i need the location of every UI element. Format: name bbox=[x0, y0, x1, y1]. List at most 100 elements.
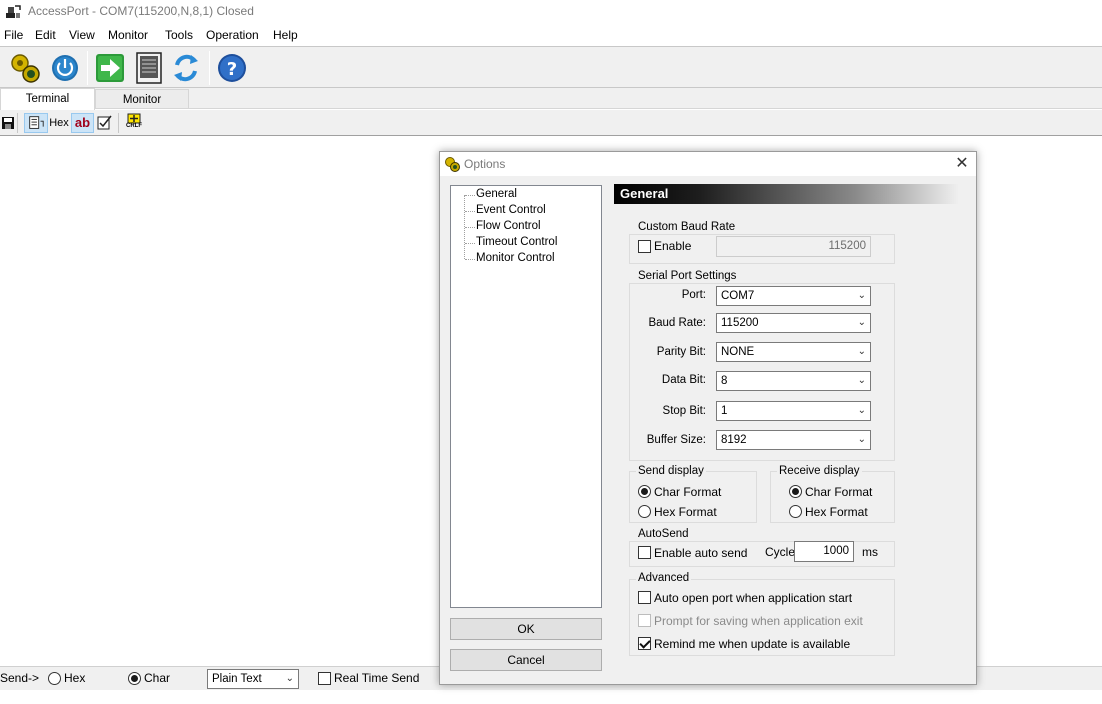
baud-rate-label: Baud Rate: bbox=[648, 317, 706, 329]
menu-file[interactable]: File bbox=[4, 28, 23, 42]
hex-mode-toggle[interactable]: Hex bbox=[49, 113, 69, 133]
main-toolbar: ? bbox=[0, 46, 1102, 88]
help-icon[interactable]: ? bbox=[215, 51, 249, 85]
send-display-char-label: Char Format bbox=[654, 485, 722, 499]
receive-display-title: Receive display bbox=[777, 465, 862, 477]
menu-edit[interactable]: Edit bbox=[35, 28, 56, 42]
power-icon[interactable] bbox=[48, 51, 82, 85]
stop-bit-select[interactable]: 1 ⌄ bbox=[716, 401, 871, 421]
realtime-send-checkbox[interactable] bbox=[318, 672, 331, 685]
options-icon bbox=[445, 157, 460, 172]
toolbar-separator bbox=[17, 113, 18, 133]
svg-text:?: ? bbox=[227, 59, 237, 80]
chevron-down-icon: ⌄ bbox=[857, 375, 866, 386]
chevron-down-icon: ⌄ bbox=[285, 673, 294, 684]
parity-bit-label: Parity Bit: bbox=[656, 346, 706, 358]
remind-update-checkbox[interactable] bbox=[638, 637, 651, 650]
auto-open-checkbox[interactable] bbox=[638, 591, 651, 604]
autosend-title: AutoSend bbox=[636, 528, 691, 540]
toolbar-separator bbox=[118, 113, 119, 133]
send-label: Send-> bbox=[0, 671, 40, 685]
ok-button[interactable]: OK bbox=[450, 618, 602, 640]
send-char-radio[interactable] bbox=[128, 672, 141, 685]
cycle-unit-label: ms bbox=[862, 545, 878, 559]
send-hex-label: Hex bbox=[64, 671, 86, 685]
document-icon[interactable] bbox=[132, 51, 166, 85]
tree-connector bbox=[465, 243, 475, 244]
save-icon[interactable] bbox=[1, 113, 15, 133]
menu-help[interactable]: Help bbox=[273, 28, 298, 42]
send-display-hex-radio[interactable] bbox=[638, 505, 651, 518]
custom-baud-input[interactable]: 115200 bbox=[716, 236, 871, 257]
close-icon[interactable]: ✕ bbox=[952, 154, 972, 174]
custom-baud-enable-checkbox[interactable] bbox=[638, 240, 651, 253]
menu-view[interactable]: View bbox=[69, 28, 95, 42]
window-title: AccessPort - COM7(115200,N,8,1) Closed bbox=[28, 4, 254, 18]
receive-display-char-label: Char Format bbox=[805, 485, 873, 499]
cycle-input[interactable]: 1000 bbox=[794, 541, 854, 562]
char-mode-toggle[interactable]: ab bbox=[71, 113, 94, 133]
title-bar: AccessPort - COM7(115200,N,8,1) Closed bbox=[0, 0, 1102, 24]
custom-baud-enable-label: Enable bbox=[654, 239, 692, 253]
menu-monitor[interactable]: Monitor bbox=[108, 28, 148, 42]
receive-display-char-radio[interactable] bbox=[789, 485, 802, 498]
custom-baud-title: Custom Baud Rate bbox=[636, 221, 738, 233]
send-arrow-icon[interactable] bbox=[93, 51, 127, 85]
serial-settings-title: Serial Port Settings bbox=[636, 270, 739, 282]
stop-bit-label: Stop Bit: bbox=[662, 405, 706, 417]
crlf-button[interactable]: CRLF bbox=[124, 113, 144, 133]
chevron-down-icon: ⌄ bbox=[857, 434, 866, 445]
prompt-save-label: Prompt for saving when application exit bbox=[654, 614, 863, 628]
send-display-title: Send display bbox=[636, 465, 706, 477]
data-bit-select[interactable]: 8 ⌄ bbox=[716, 371, 871, 391]
dialog-title: Options bbox=[464, 157, 506, 171]
options-tree: General Event Control Flow Control Timeo… bbox=[450, 185, 602, 608]
options-dialog: Options ✕ General Event Control Flow Con… bbox=[439, 151, 977, 685]
auto-open-label: Auto open port when application start bbox=[654, 591, 853, 605]
receive-display-hex-label: Hex Format bbox=[805, 505, 868, 519]
stop-bit-value: 1 bbox=[721, 405, 728, 417]
tree-connector bbox=[465, 227, 475, 228]
terminal-view-icon[interactable] bbox=[24, 113, 48, 133]
buffer-size-value: 8192 bbox=[721, 434, 747, 446]
tree-item-monitor-control[interactable]: Monitor Control bbox=[476, 252, 555, 264]
tree-item-event-control[interactable]: Event Control bbox=[476, 204, 546, 216]
refresh-icon[interactable] bbox=[169, 51, 203, 85]
send-format-select[interactable]: Plain Text ⌄ bbox=[207, 669, 299, 689]
baud-rate-select[interactable]: 115200 ⌄ bbox=[716, 313, 871, 333]
receive-display-hex-radio[interactable] bbox=[789, 505, 802, 518]
tree-item-flow-control[interactable]: Flow Control bbox=[476, 220, 541, 232]
app-icon bbox=[6, 5, 21, 18]
tree-connector bbox=[465, 259, 475, 260]
dialog-title-bar: Options ✕ bbox=[440, 152, 976, 176]
tree-item-general[interactable]: General bbox=[476, 188, 517, 200]
chevron-down-icon: ⌄ bbox=[857, 346, 866, 357]
tree-connector bbox=[465, 211, 475, 212]
autosend-enable-label: Enable auto send bbox=[654, 546, 748, 560]
menu-operation[interactable]: Operation bbox=[206, 28, 259, 42]
data-bit-value: 8 bbox=[721, 375, 728, 387]
send-display-hex-label: Hex Format bbox=[654, 505, 717, 519]
options-icon[interactable] bbox=[8, 51, 42, 85]
tab-bar: Terminal Monitor bbox=[0, 88, 1102, 110]
port-value: COM7 bbox=[721, 290, 755, 302]
tree-item-timeout-control[interactable]: Timeout Control bbox=[476, 236, 557, 248]
tab-terminal[interactable]: Terminal bbox=[0, 88, 95, 110]
baud-rate-value: 115200 bbox=[721, 317, 759, 329]
terminal-toolbar: Hex ab CRLF bbox=[0, 110, 1102, 136]
realtime-send-label: Real Time Send bbox=[334, 671, 420, 685]
port-label: Port: bbox=[681, 289, 706, 301]
send-display-char-radio[interactable] bbox=[638, 485, 651, 498]
send-hex-radio[interactable] bbox=[48, 672, 61, 685]
menu-tools[interactable]: Tools bbox=[165, 28, 193, 42]
chevron-down-icon: ⌄ bbox=[857, 405, 866, 416]
port-select[interactable]: COM7 ⌄ bbox=[716, 286, 871, 306]
edit-checklist-icon[interactable] bbox=[96, 113, 114, 133]
cancel-button[interactable]: Cancel bbox=[450, 649, 602, 671]
toolbar-separator bbox=[209, 51, 210, 85]
tab-monitor[interactable]: Monitor bbox=[95, 89, 189, 109]
send-char-label: Char bbox=[144, 671, 171, 685]
parity-bit-select[interactable]: NONE ⌄ bbox=[716, 342, 871, 362]
autosend-enable-checkbox[interactable] bbox=[638, 546, 651, 559]
buffer-size-select[interactable]: 8192 ⌄ bbox=[716, 430, 871, 450]
